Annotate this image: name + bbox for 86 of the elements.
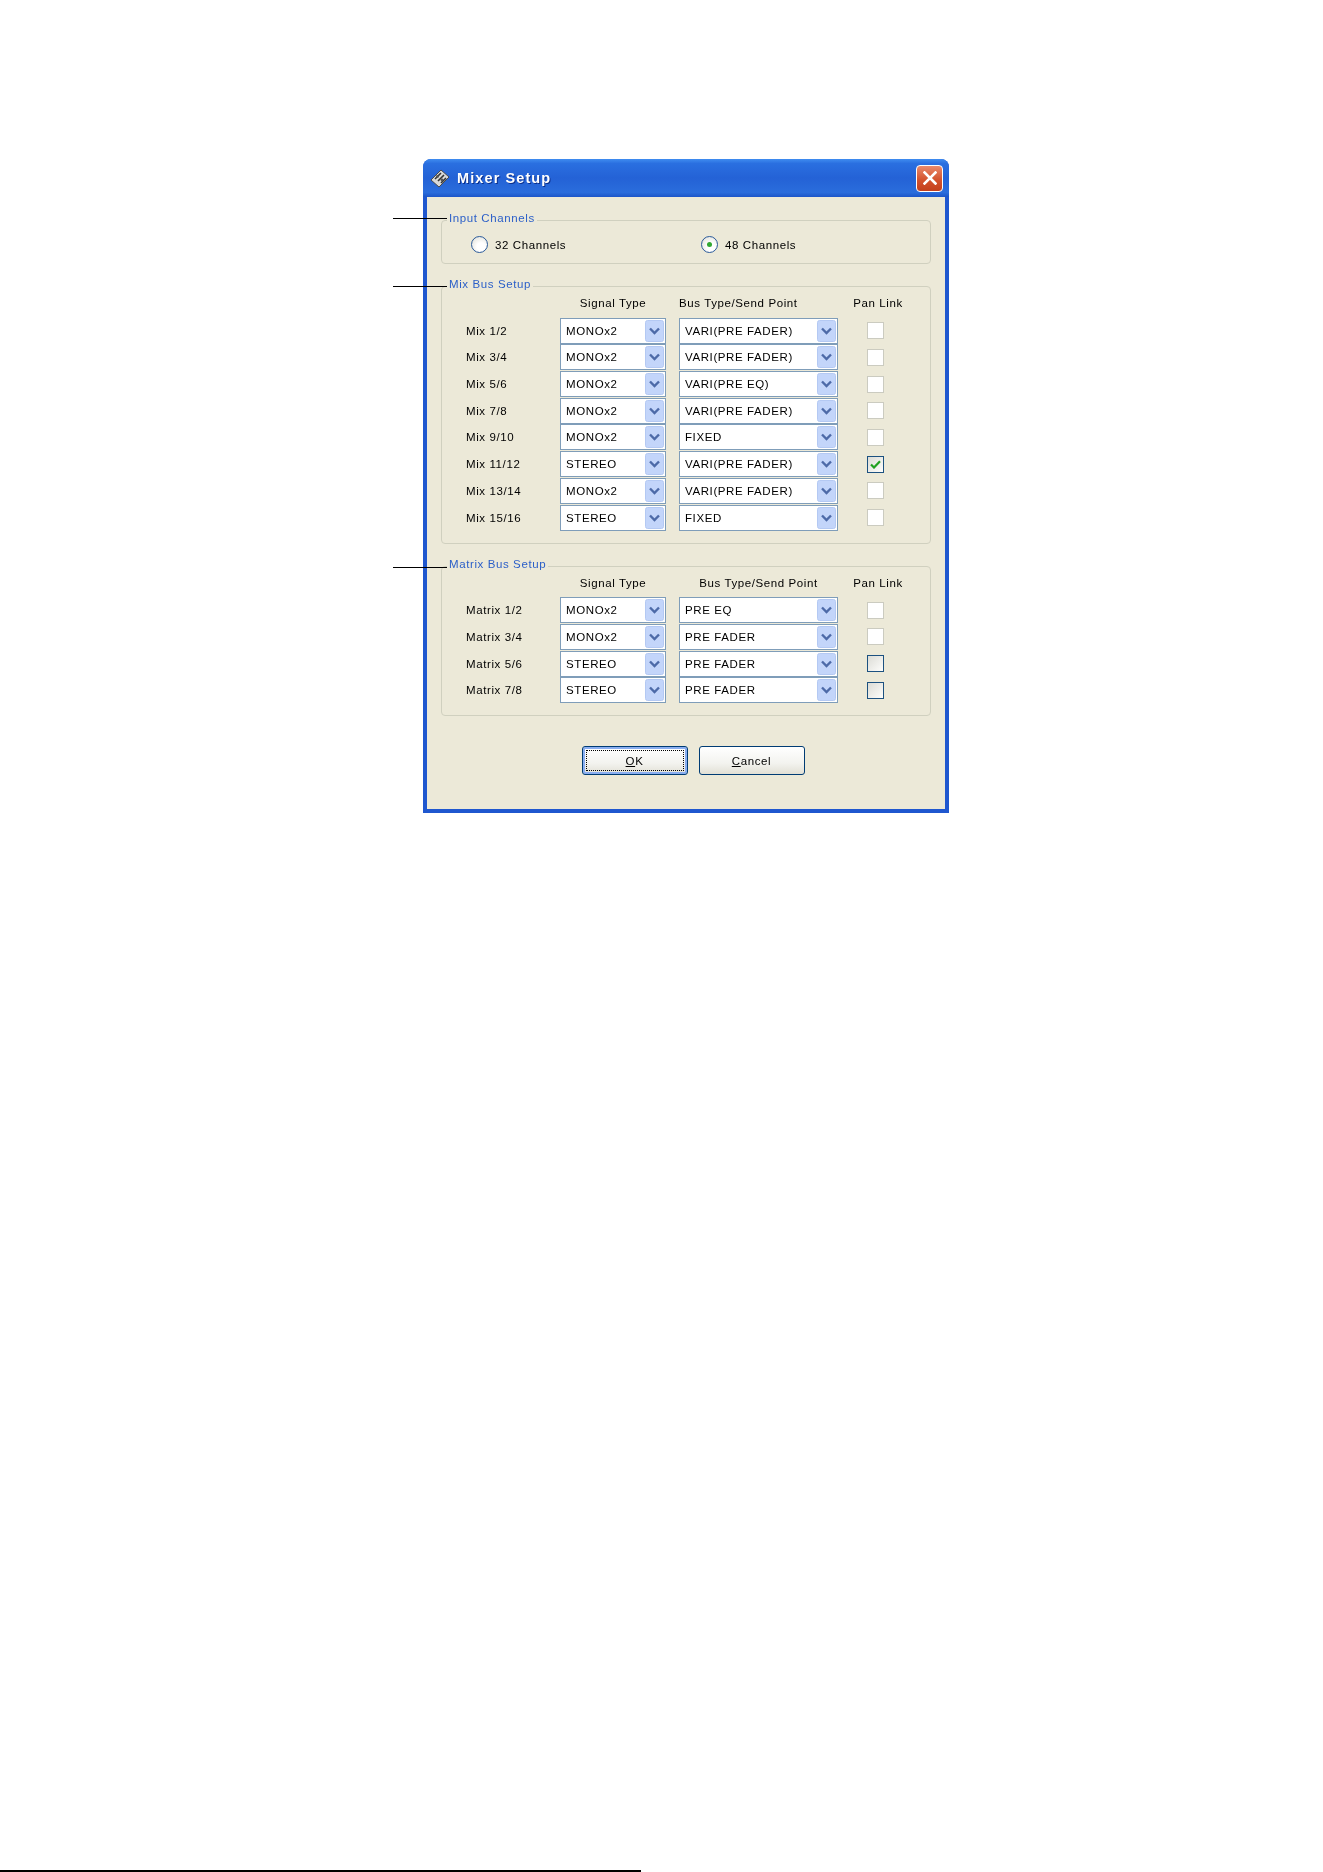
row-label: Matrix 7/8 <box>466 683 524 698</box>
checkmark-icon <box>870 459 881 469</box>
chevron-down-icon <box>645 319 664 342</box>
dropdown[interactable]: VARI(PRE FADER) <box>679 477 838 504</box>
column-header: Pan Link <box>853 296 903 310</box>
dropdown[interactable]: MONOx2 <box>560 597 666 624</box>
dropdown[interactable]: MONOx2 <box>560 424 666 451</box>
dropdown[interactable]: VARI(PRE FADER) <box>679 451 838 478</box>
dropdown[interactable]: VARI(PRE FADER) <box>679 344 838 371</box>
checkbox[interactable] <box>867 681 884 699</box>
dropdown[interactable]: FIXED <box>679 424 838 451</box>
row-label: Mix 13/14 <box>466 483 523 498</box>
dropdown[interactable]: PRE FADER <box>679 677 838 704</box>
dropdown[interactable]: PRE EQ <box>679 597 838 624</box>
column-header: Bus Type/Send Point <box>699 575 818 590</box>
row-label: Mix 11/12 <box>466 457 522 472</box>
chevron-down-icon <box>645 426 664 449</box>
checkbox[interactable] <box>867 655 884 673</box>
chevron-down-icon <box>817 426 836 449</box>
chevron-down-icon <box>645 399 664 422</box>
leader-line <box>393 218 447 219</box>
dropdown[interactable]: PRE FADER <box>679 650 838 677</box>
dropdown[interactable]: STEREO <box>560 451 666 478</box>
chevron-down-icon <box>817 319 836 342</box>
dropdown[interactable]: VARI(PRE FADER) <box>679 317 838 344</box>
checkbox[interactable] <box>867 455 884 473</box>
group-title: Input Channels <box>447 211 537 225</box>
radio-label[interactable]: 32 Channels <box>495 237 567 252</box>
row-label: Mix 5/6 <box>466 377 509 392</box>
chevron-down-icon <box>817 599 836 622</box>
chevron-down-icon <box>645 599 664 622</box>
dropdown[interactable]: MONOx2 <box>560 397 666 424</box>
dropdown[interactable]: MONOx2 <box>560 317 666 344</box>
row-label: Mix 9/10 <box>466 430 516 445</box>
column-header: Bus Type/Send Point <box>679 296 798 310</box>
group-title: Mix Bus Setup <box>447 277 533 291</box>
column-header: Pan Link <box>853 575 903 590</box>
chevron-down-icon <box>817 479 836 502</box>
chevron-down-icon <box>645 652 664 675</box>
chevron-down-icon <box>817 652 836 675</box>
row-label: Matrix 1/2 <box>466 603 524 618</box>
chevron-down-icon <box>645 679 664 702</box>
dropdown[interactable]: MONOx2 <box>560 371 666 398</box>
radio-label[interactable]: 48 Channels <box>725 237 797 252</box>
chevron-down-icon <box>817 679 836 702</box>
dropdown[interactable]: VARI(PRE EQ) <box>679 371 838 398</box>
dropdown[interactable]: MONOx2 <box>560 344 666 371</box>
chevron-down-icon <box>817 399 836 422</box>
column-header: Signal Type <box>579 575 647 590</box>
selected-dot-icon <box>707 242 712 247</box>
dropdown[interactable]: MONOx2 <box>560 477 666 504</box>
chevron-down-icon <box>645 625 664 648</box>
chevron-down-icon <box>645 373 664 396</box>
chevron-down-icon <box>817 625 836 648</box>
mixer-icon <box>430 168 450 188</box>
leader-line <box>393 286 447 287</box>
chevron-down-icon <box>645 346 664 369</box>
chevron-down-icon <box>817 453 836 476</box>
window-title: Mixer Setup <box>457 170 552 186</box>
dropdown[interactable]: STEREO <box>560 504 666 531</box>
chevron-down-icon <box>645 453 664 476</box>
column-header: Signal Type <box>579 296 647 310</box>
dropdown[interactable]: PRE FADER <box>679 623 838 650</box>
chevron-down-icon <box>645 479 664 502</box>
dialog-button[interactable]: OK <box>581 746 688 776</box>
row-label: Mix 7/8 <box>466 403 509 418</box>
chevron-down-icon <box>645 506 664 529</box>
dropdown[interactable]: FIXED <box>679 504 838 531</box>
radio-button[interactable] <box>471 236 488 253</box>
chevron-down-icon <box>817 346 836 369</box>
dropdown[interactable]: MONOx2 <box>560 623 666 650</box>
close-icon <box>922 171 937 185</box>
dropdown[interactable]: VARI(PRE FADER) <box>679 397 838 424</box>
dialog-button[interactable]: Cancel <box>698 746 805 776</box>
row-label: Matrix 3/4 <box>466 629 524 644</box>
row-label: Mix 1/2 <box>466 323 509 338</box>
close-button[interactable] <box>916 164 943 192</box>
leader-line <box>393 567 447 568</box>
dropdown[interactable]: STEREO <box>560 650 666 677</box>
chevron-down-icon <box>817 373 836 396</box>
row-label: Mix 3/4 <box>466 350 509 365</box>
dropdown[interactable]: STEREO <box>560 677 666 704</box>
row-label: Mix 15/16 <box>466 510 523 525</box>
chevron-down-icon <box>817 506 836 529</box>
radio-button[interactable] <box>701 236 718 253</box>
row-label: Matrix 5/6 <box>466 656 524 671</box>
